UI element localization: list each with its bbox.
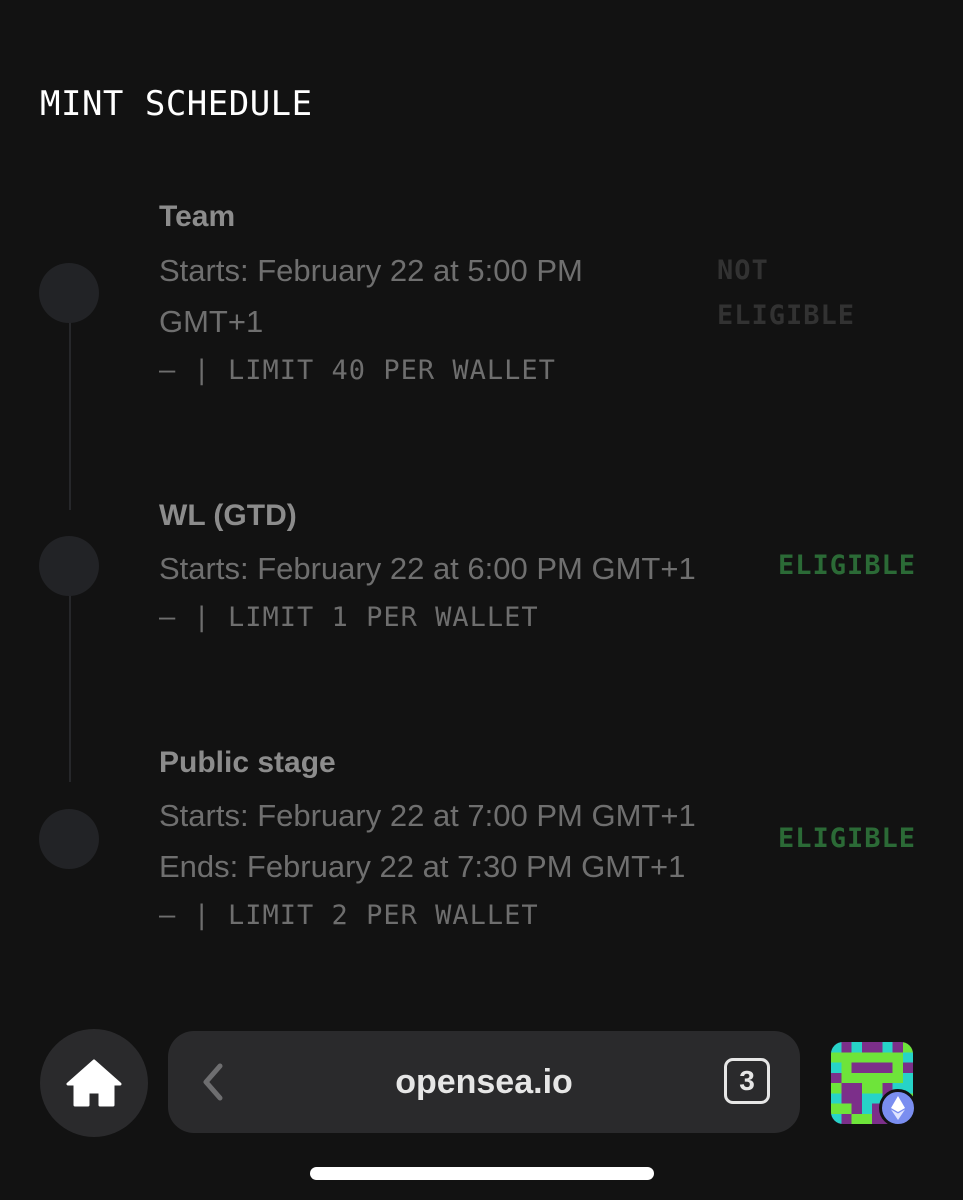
section-title: MINT SCHEDULE [40,84,313,124]
stage-start-tz: GMT+1 [159,304,264,339]
timeline-line [69,595,71,782]
stage-name: Public stage [159,746,336,779]
stage-start: Starts: February 22 at 7:00 PM GMT+1 [159,798,696,833]
stage-limit: — | LIMIT 2 PER WALLET [159,900,539,931]
tab-count-button[interactable]: 3 [724,1058,770,1104]
stage-name: WL (GTD) [159,499,297,532]
stage-limit: — | LIMIT 40 PER WALLET [159,355,556,386]
home-icon [66,1059,122,1107]
stage-start: Starts: February 22 at 5:00 PM [159,253,583,288]
timeline-line [69,320,71,510]
url-text[interactable]: opensea.io [168,1063,800,1102]
timeline-dot [39,536,99,596]
stage-name: Team [159,200,236,233]
status-badge: NOT ELIGIBLE [717,255,856,331]
ethereum-icon [879,1089,917,1127]
timeline-dot [39,809,99,869]
status-badge: ELIGIBLE [778,550,917,581]
stage-limit: — | LIMIT 1 PER WALLET [159,602,539,633]
stage-end: Ends: February 22 at 7:30 PM GMT+1 [159,849,686,884]
address-bar[interactable]: opensea.io 3 [168,1031,800,1133]
status-badge: ELIGIBLE [778,823,917,854]
home-button[interactable] [40,1029,148,1137]
stage-start: Starts: February 22 at 6:00 PM GMT+1 [159,551,696,586]
timeline-dot [39,263,99,323]
home-indicator[interactable] [310,1167,654,1180]
